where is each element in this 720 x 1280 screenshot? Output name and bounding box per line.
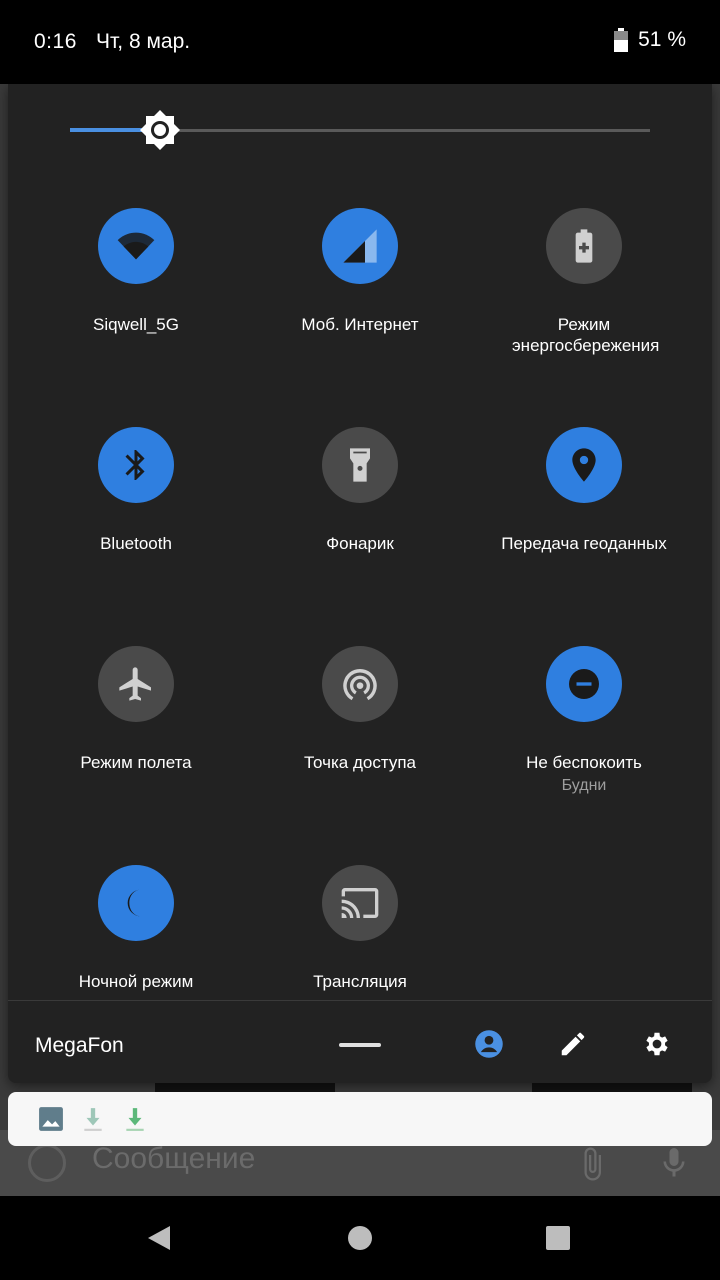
tile-label: Фонарик (326, 534, 394, 553)
tile-label: Точка доступа (304, 753, 416, 772)
edit-icon[interactable] (558, 1029, 588, 1059)
signal-icon (340, 226, 380, 266)
compose-placeholder: Сообщение (92, 1142, 256, 1175)
tile-location[interactable]: Передача геоданных (472, 427, 696, 554)
emoji-icon (28, 1144, 66, 1182)
battery-icon (614, 28, 629, 52)
drag-handle[interactable] (339, 1043, 381, 1047)
tile-label: Трансляция (313, 972, 407, 991)
tile-flashlight[interactable]: Фонарик (248, 427, 472, 554)
tile-dnd-toggle[interactable] (546, 646, 622, 722)
do-not-disturb-icon (564, 664, 604, 704)
tile-bluetooth-toggle[interactable] (98, 427, 174, 503)
tile-mobile-data[interactable]: Моб. Интернет (248, 208, 472, 335)
tile-battery-saver[interactable]: Режим энергосбережения (472, 208, 696, 356)
brightness-slider[interactable] (70, 110, 650, 150)
navigation-bar (0, 1196, 720, 1280)
tile-label: Режим полета (80, 753, 192, 772)
download-icon (84, 1108, 102, 1131)
tile-wifi[interactable]: Siqwell_5G (24, 208, 248, 335)
moon-icon (116, 883, 156, 923)
battery-status: 51 % (614, 28, 686, 52)
bluetooth-icon (118, 447, 154, 483)
hotspot-icon (340, 664, 380, 704)
notification-bar[interactable] (8, 1092, 712, 1146)
tile-sublabel: Будни (561, 777, 607, 794)
tile-night[interactable]: Ночной режимДо рассвета (24, 865, 248, 1016)
tile-mobile-data-toggle[interactable] (322, 208, 398, 284)
recents-icon[interactable] (542, 1222, 574, 1254)
download-complete-icon (126, 1108, 144, 1131)
background-element (155, 1082, 335, 1092)
flashlight-icon (340, 445, 380, 485)
date: Чт, 8 мар. (96, 30, 191, 53)
home-icon[interactable] (344, 1222, 376, 1254)
cast-icon (340, 883, 380, 923)
background-element (532, 1082, 692, 1092)
airplane-icon (116, 664, 156, 704)
status-bar: 0:16 Чт, 8 мар. 51 % (0, 0, 720, 84)
tile-label: Не беспокоить (526, 753, 642, 772)
tile-cast[interactable]: Трансляция (248, 865, 472, 992)
clock: 0:16 (34, 30, 77, 53)
quick-settings-panel: Siqwell_5G Моб. Интернет Режим энергосбере… (8, 84, 712, 1083)
tile-label: Моб. Интернет (301, 315, 419, 334)
carrier-name: MegaFon (35, 1034, 124, 1057)
tile-wifi-toggle[interactable] (98, 208, 174, 284)
tile-hotspot-toggle[interactable] (322, 646, 398, 722)
tile-flashlight-toggle[interactable] (322, 427, 398, 503)
attach-icon (584, 1147, 601, 1181)
wifi-icon (116, 226, 156, 266)
battery-percent: 51 % (638, 28, 686, 51)
tile-cast-toggle[interactable] (322, 865, 398, 941)
tile-airplane-toggle[interactable] (98, 646, 174, 722)
location-icon (564, 445, 604, 485)
back-icon[interactable] (144, 1222, 176, 1254)
tile-night-toggle[interactable] (98, 865, 174, 941)
tile-label: Режим энергосбережения (512, 315, 660, 355)
quick-settings-footer: MegaFon (8, 1000, 712, 1083)
tile-label: Передача геоданных (501, 534, 667, 553)
brightness-thumb-icon[interactable] (138, 108, 182, 152)
tile-label: Bluetooth (100, 534, 172, 553)
tile-dnd[interactable]: Не беспокоить Будни (472, 646, 696, 795)
tile-battery-saver-toggle[interactable] (546, 208, 622, 284)
image-icon (39, 1107, 63, 1131)
tile-label: Siqwell_5G (93, 315, 179, 334)
battery-saver-icon (564, 226, 604, 266)
tile-bluetooth[interactable]: Bluetooth (24, 427, 248, 554)
settings-gear-icon[interactable] (642, 1029, 672, 1059)
tile-airplane[interactable]: Режим полета (24, 646, 248, 773)
mic-icon (663, 1148, 685, 1177)
user-icon[interactable] (474, 1029, 504, 1059)
tile-hotspot[interactable]: Точка доступа (248, 646, 472, 773)
tile-location-toggle[interactable] (546, 427, 622, 503)
tile-label: Ночной режим (78, 972, 194, 991)
